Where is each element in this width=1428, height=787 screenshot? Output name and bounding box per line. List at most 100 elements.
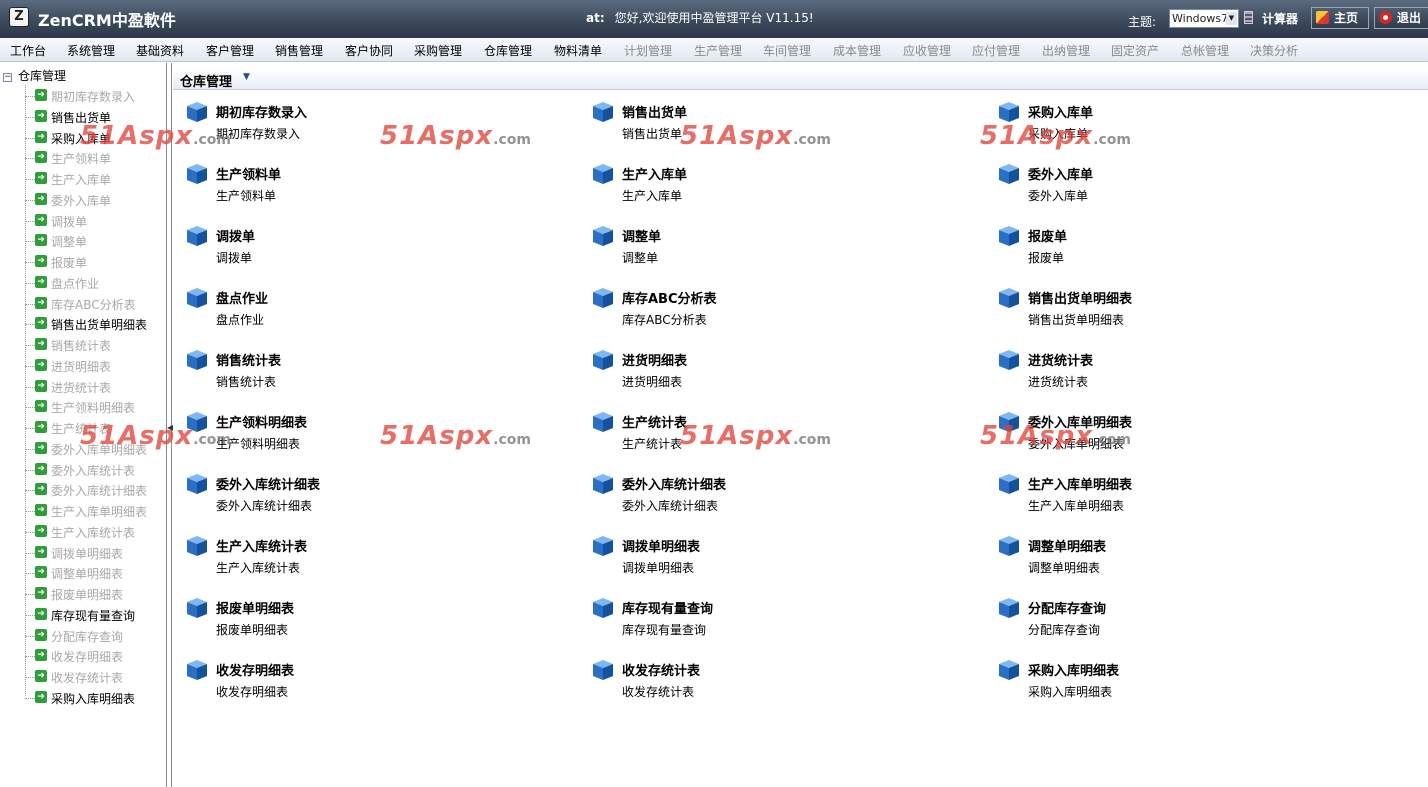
module-card[interactable]: 期初库存数录入 期初库存数录入 xyxy=(186,99,546,155)
module-cube-icon[interactable] xyxy=(186,349,208,371)
module-card[interactable]: 委外入库统计细表 委外入库统计细表 xyxy=(592,471,952,527)
menu-item[interactable]: 固定资产 xyxy=(1111,42,1159,59)
module-card-title[interactable]: 采购入库单 xyxy=(1028,102,1093,121)
module-card-title[interactable]: 分配库存查询 xyxy=(1028,598,1106,617)
module-card[interactable]: 盘点作业 盘点作业 xyxy=(186,285,546,341)
module-card-title[interactable]: 生产领料单 xyxy=(216,164,281,183)
module-card[interactable]: 生产领料明细表 生产领料明细表 xyxy=(186,409,546,465)
module-cube-icon[interactable] xyxy=(998,225,1020,247)
menu-item[interactable]: 成本管理 xyxy=(833,42,881,59)
module-card-title[interactable]: 期初库存数录入 xyxy=(216,102,307,121)
module-card-title[interactable]: 生产入库单明细表 xyxy=(1028,474,1132,493)
module-cube-icon[interactable] xyxy=(998,535,1020,557)
tree-root-node[interactable]: − 仓库管理 xyxy=(3,67,66,83)
calculator-icon[interactable] xyxy=(1244,11,1253,24)
module-cube-icon[interactable] xyxy=(186,225,208,247)
module-card[interactable]: 委外入库统计细表 委外入库统计细表 xyxy=(186,471,546,527)
module-card[interactable]: 生产入库单明细表 生产入库单明细表 xyxy=(998,471,1358,527)
module-card-title[interactable]: 委外入库单 xyxy=(1028,164,1093,183)
menu-item[interactable]: 基础资料 xyxy=(136,42,184,59)
module-cube-icon[interactable] xyxy=(186,287,208,309)
module-cube-icon[interactable] xyxy=(592,101,614,123)
module-cube-icon[interactable] xyxy=(998,349,1020,371)
module-card-title[interactable]: 收发存统计表 xyxy=(622,660,700,679)
module-card-title[interactable]: 委外入库单明细表 xyxy=(1028,412,1132,431)
module-cube-icon[interactable] xyxy=(186,535,208,557)
menu-item[interactable]: 工作台 xyxy=(10,42,46,59)
module-card-title[interactable]: 采购入库明细表 xyxy=(1028,660,1119,679)
module-card-title[interactable]: 收发存明细表 xyxy=(216,660,294,679)
menu-item[interactable]: 计划管理 xyxy=(624,42,672,59)
module-cube-icon[interactable] xyxy=(592,411,614,433)
module-card-title[interactable]: 调拨单明细表 xyxy=(622,536,700,555)
menu-item[interactable]: 应付管理 xyxy=(972,42,1020,59)
module-cube-icon[interactable] xyxy=(186,411,208,433)
collapse-icon[interactable]: − xyxy=(3,73,12,82)
module-cube-icon[interactable] xyxy=(998,101,1020,123)
module-cube-icon[interactable] xyxy=(998,411,1020,433)
module-card[interactable]: 委外入库单明细表 委外入库单明细表 xyxy=(998,409,1358,465)
module-card[interactable]: 调拨单 调拨单 xyxy=(186,223,546,279)
theme-select[interactable]: Windows7 ▼ xyxy=(1169,9,1239,28)
module-card[interactable]: 生产领料单 生产领料单 xyxy=(186,161,546,217)
menu-item[interactable]: 客户管理 xyxy=(206,42,254,59)
module-card[interactable]: 库存现有量查询 库存现有量查询 xyxy=(592,595,952,651)
module-card-title[interactable]: 报废单 xyxy=(1028,226,1067,245)
menu-item[interactable]: 物料清单 xyxy=(554,42,602,59)
module-cube-icon[interactable] xyxy=(998,473,1020,495)
module-card[interactable]: 分配库存查询 分配库存查询 xyxy=(998,595,1358,651)
module-card-title[interactable]: 委外入库统计细表 xyxy=(622,474,726,493)
chevron-down-icon[interactable]: ▼ xyxy=(243,72,250,82)
module-card[interactable]: 采购入库明细表 采购入库明细表 xyxy=(998,657,1358,713)
home-button[interactable]: 主页 xyxy=(1311,7,1369,29)
module-cube-icon[interactable] xyxy=(592,287,614,309)
module-card[interactable]: 调整单明细表 调整单明细表 xyxy=(998,533,1358,589)
module-card-title[interactable]: 进货统计表 xyxy=(1028,350,1093,369)
module-card-title[interactable]: 调整单 xyxy=(622,226,661,245)
module-card-title[interactable]: 调整单明细表 xyxy=(1028,536,1106,555)
module-cube-icon[interactable] xyxy=(592,659,614,681)
module-card-title[interactable]: 生产入库统计表 xyxy=(216,536,307,555)
menu-item[interactable]: 出纳管理 xyxy=(1042,42,1090,59)
module-card-title[interactable]: 盘点作业 xyxy=(216,288,268,307)
module-cube-icon[interactable] xyxy=(186,101,208,123)
module-card[interactable]: 进货明细表 进货明细表 xyxy=(592,347,952,403)
module-card[interactable]: 销售统计表 销售统计表 xyxy=(186,347,546,403)
module-cube-icon[interactable] xyxy=(592,597,614,619)
module-cube-icon[interactable] xyxy=(998,287,1020,309)
module-cube-icon[interactable] xyxy=(998,597,1020,619)
menu-item[interactable]: 车间管理 xyxy=(763,42,811,59)
module-card[interactable]: 报废单明细表 报废单明细表 xyxy=(186,595,546,651)
module-card[interactable]: 报废单 报废单 xyxy=(998,223,1358,279)
module-card-title[interactable]: 进货明细表 xyxy=(622,350,687,369)
module-cube-icon[interactable] xyxy=(186,659,208,681)
module-cube-icon[interactable] xyxy=(592,225,614,247)
module-card[interactable]: 销售出货单明细表 销售出货单明细表 xyxy=(998,285,1358,341)
menu-item[interactable]: 采购管理 xyxy=(414,42,462,59)
module-cube-icon[interactable] xyxy=(998,163,1020,185)
module-card-title[interactable]: 库存现有量查询 xyxy=(622,598,713,617)
module-card-title[interactable]: 调拨单 xyxy=(216,226,255,245)
module-card[interactable]: 生产入库统计表 生产入库统计表 xyxy=(186,533,546,589)
module-card-title[interactable]: 报废单明细表 xyxy=(216,598,294,617)
menu-item[interactable]: 总帐管理 xyxy=(1181,42,1229,59)
module-card[interactable]: 销售出货单 销售出货单 xyxy=(592,99,952,155)
module-card[interactable]: 进货统计表 进货统计表 xyxy=(998,347,1358,403)
module-card-title[interactable]: 销售出货单明细表 xyxy=(1028,288,1132,307)
module-card[interactable]: 生产统计表 生产统计表 xyxy=(592,409,952,465)
exit-button[interactable]: 退出 xyxy=(1374,7,1428,29)
menu-item[interactable]: 生产管理 xyxy=(694,42,742,59)
menu-item[interactable]: 决策分析 xyxy=(1250,42,1298,59)
module-card[interactable]: 采购入库单 采购入库单 xyxy=(998,99,1358,155)
menu-item[interactable]: 系统管理 xyxy=(67,42,115,59)
module-card-title[interactable]: 生产入库单 xyxy=(622,164,687,183)
sidebar-splitter[interactable]: ◀ xyxy=(167,63,173,787)
menu-item[interactable]: 仓库管理 xyxy=(484,42,532,59)
module-card-title[interactable]: 生产统计表 xyxy=(622,412,687,431)
menu-item[interactable]: 客户协同 xyxy=(345,42,393,59)
calculator-button[interactable]: 计算器 xyxy=(1262,10,1298,27)
module-cube-icon[interactable] xyxy=(186,597,208,619)
module-card[interactable]: 调拨单明细表 调拨单明细表 xyxy=(592,533,952,589)
module-card[interactable]: 调整单 调整单 xyxy=(592,223,952,279)
module-card-title[interactable]: 销售出货单 xyxy=(622,102,687,121)
